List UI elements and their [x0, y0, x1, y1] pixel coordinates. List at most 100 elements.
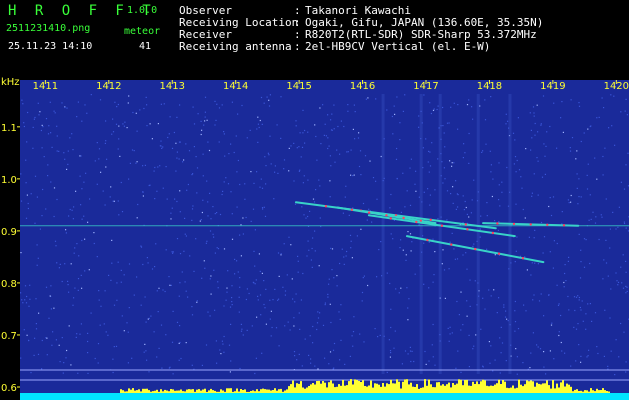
- noise-speck: [154, 166, 156, 169]
- noise-speck: [347, 104, 349, 106]
- noise-speck: [516, 373, 518, 375]
- noise-speck: [418, 126, 420, 128]
- noise-speck: [257, 123, 259, 125]
- noise-speck: [32, 147, 34, 149]
- noise-speck: [578, 299, 580, 301]
- noise-speck: [67, 284, 69, 286]
- noise-speck: [578, 196, 580, 198]
- noise-speck: [298, 170, 300, 172]
- noise-speck: [187, 296, 189, 298]
- noise-speck: [178, 158, 180, 160]
- noise-speck: [437, 218, 439, 220]
- noise-speck: [626, 286, 628, 288]
- noise-speck: [55, 245, 57, 247]
- noise-speck: [218, 107, 221, 109]
- noise-speck: [47, 133, 50, 135]
- signal-peak: [346, 385, 348, 393]
- noise-speck: [197, 113, 199, 115]
- noise-speck: [469, 279, 471, 281]
- signal-peak: [528, 381, 530, 393]
- interference-streak: [381, 94, 385, 374]
- noise-speck: [204, 96, 207, 98]
- noise-speck: [34, 116, 36, 119]
- noise-speck: [107, 334, 109, 336]
- noise-speck: [258, 253, 260, 255]
- noise-speck: [104, 142, 106, 144]
- noise-speck: [533, 173, 535, 175]
- noise-speck: [28, 339, 30, 342]
- signal-peak: [518, 379, 520, 393]
- signal-peak: [154, 390, 156, 393]
- noise-speck: [350, 247, 352, 249]
- noise-speck: [390, 193, 392, 196]
- noise-speck: [388, 339, 390, 341]
- noise-speck: [346, 151, 348, 153]
- noise-speck: [585, 328, 587, 330]
- noise-speck: [330, 321, 332, 324]
- noise-speck: [214, 100, 216, 102]
- header-panel: H R O F F T 1.0.0 2511231410.png meteor …: [0, 0, 629, 76]
- noise-speck: [625, 227, 627, 229]
- noise-speck: [577, 323, 579, 325]
- echo-hotspot: [440, 224, 444, 227]
- noise-speck: [521, 187, 523, 189]
- antenna-sep: :: [294, 40, 301, 53]
- noise-speck: [543, 143, 545, 145]
- noise-speck: [490, 345, 492, 347]
- noise-speck: [345, 255, 347, 257]
- noise-speck: [156, 290, 158, 292]
- noise-speck: [610, 94, 612, 96]
- noise-speck: [482, 366, 484, 368]
- signal-peak: [572, 391, 574, 393]
- noise-speck: [80, 323, 82, 325]
- noise-speck: [332, 349, 335, 351]
- noise-speck: [20, 292, 22, 294]
- noise-speck: [354, 138, 356, 140]
- signal-peak: [252, 390, 254, 393]
- noise-speck: [74, 287, 76, 289]
- noise-speck: [480, 215, 482, 217]
- signal-peak: [298, 383, 300, 393]
- noise-speck: [157, 311, 159, 313]
- noise-speck: [230, 143, 232, 145]
- noise-speck: [73, 297, 75, 299]
- noise-speck: [448, 340, 450, 342]
- noise-speck: [227, 270, 229, 272]
- noise-speck: [488, 289, 490, 291]
- noise-speck: [113, 346, 115, 348]
- noise-speck: [339, 153, 341, 155]
- noise-speck: [70, 364, 72, 366]
- noise-speck: [128, 263, 131, 265]
- signal-peak: [580, 390, 582, 393]
- noise-speck: [264, 156, 266, 158]
- noise-speck: [422, 147, 424, 149]
- noise-speck: [327, 293, 329, 295]
- signal-peak: [334, 387, 336, 393]
- noise-speck: [567, 199, 569, 201]
- noise-speck: [310, 358, 312, 360]
- noise-speck: [580, 140, 582, 143]
- noise-speck: [86, 112, 88, 114]
- noise-speck: [410, 360, 412, 363]
- signal-peak: [514, 388, 516, 393]
- noise-speck: [50, 308, 52, 310]
- noise-speck: [53, 307, 55, 309]
- signal-peak: [170, 389, 172, 393]
- noise-speck: [576, 150, 578, 152]
- noise-speck: [172, 373, 174, 375]
- noise-speck: [473, 345, 475, 347]
- noise-speck: [209, 192, 211, 194]
- noise-speck: [214, 309, 216, 311]
- noise-speck: [605, 198, 607, 200]
- noise-speck: [314, 250, 316, 252]
- noise-speck: [570, 194, 572, 197]
- noise-speck: [570, 99, 572, 101]
- noise-speck: [536, 344, 538, 346]
- noise-speck: [210, 275, 212, 277]
- noise-speck: [489, 362, 491, 364]
- signal-peak: [160, 389, 162, 393]
- noise-speck: [560, 341, 562, 344]
- noise-speck: [549, 197, 551, 199]
- noise-speck: [460, 371, 462, 373]
- echo-hotspot: [324, 205, 328, 208]
